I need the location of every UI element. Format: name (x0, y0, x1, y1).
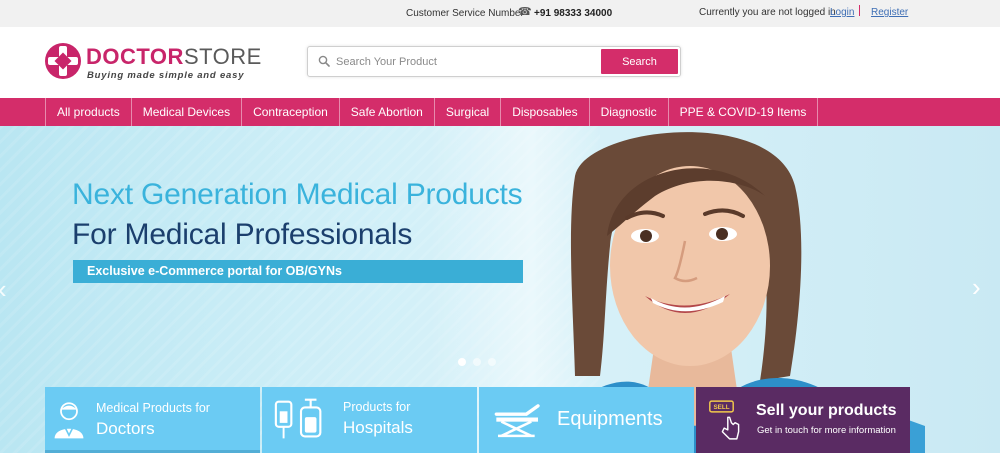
nav-item-disposables[interactable]: Disposables (501, 98, 590, 126)
tile-hospitals-subtitle: Products for (343, 400, 411, 414)
carousel-indicators (458, 358, 496, 366)
tile-hospitals[interactable]: Products for Hospitals (262, 387, 477, 453)
nav-item-medical-devices[interactable]: Medical Devices (132, 98, 243, 126)
carousel-dot-1[interactable] (458, 358, 466, 366)
category-tiles: Medical Products for Doctors Products fo… (45, 387, 910, 453)
tile-sell-title: Sell your products (756, 402, 897, 419)
carousel-dot-3[interactable] (488, 358, 496, 366)
logo-word-doctor: DOCTOR (86, 44, 184, 69)
carousel-prev-icon[interactable]: ‹ (0, 274, 7, 305)
hospital-bed-icon (494, 404, 540, 438)
nav-item-ppe-covid[interactable]: PPE & COVID-19 Items (669, 98, 819, 126)
phone-icon: ☎ (518, 6, 532, 18)
customer-service-label: Customer Service Number (406, 8, 524, 19)
hero-title-line2: For Medical Professionals (72, 218, 413, 251)
nav-item-safe-abortion[interactable]: Safe Abortion (340, 98, 435, 126)
tile-hospitals-title: Hospitals (343, 418, 413, 437)
hero-ribbon: Exclusive e-Commerce portal for OB/GYNs (73, 260, 523, 283)
register-link[interactable]: Register (871, 7, 908, 18)
hero-title-line1: Next Generation Medical Products (72, 178, 523, 211)
customer-service-phone: +91 98333 34000 (534, 8, 613, 19)
tile-doctors-subtitle: Medical Products for (96, 401, 210, 415)
nav-item-diagnostic[interactable]: Diagnostic (590, 98, 669, 126)
login-status-text: Currently you are not logged in (699, 7, 836, 18)
link-divider (859, 5, 860, 16)
iv-drip-icon (274, 398, 322, 439)
tile-doctors[interactable]: Medical Products for Doctors (45, 387, 260, 453)
logo-wordmark: DOCTORSTORE (86, 46, 262, 68)
top-bar: Customer Service Number ☎ +91 98333 3400… (0, 0, 1000, 27)
search-input[interactable] (336, 50, 601, 73)
sell-tag-icon: SELL (709, 400, 740, 440)
search-button[interactable]: Search (601, 49, 678, 74)
doctor-icon (54, 402, 84, 439)
tile-equipments-title: Equipments (557, 408, 663, 430)
tile-sell-products[interactable]: SELL Sell your products Get in touch for… (696, 387, 910, 453)
nav-item-contraception[interactable]: Contraception (242, 98, 340, 126)
logo-cross-icon (45, 43, 81, 79)
carousel-next-icon[interactable]: › (972, 272, 981, 303)
logo-word-store: STORE (183, 44, 262, 69)
tile-equipments[interactable]: Equipments (479, 387, 694, 453)
tile-sell-subtitle: Get in touch for more information (757, 425, 896, 436)
main-nav: All products Medical Devices Contracepti… (0, 98, 1000, 126)
tile-doctors-title: Doctors (96, 419, 155, 438)
logo-tagline: Buying made simple and easy (87, 70, 245, 81)
search-icon (318, 55, 330, 67)
site-header: DOCTORSTORE Buying made simple and easy … (0, 27, 1000, 98)
login-link[interactable]: Login (830, 7, 854, 18)
doctorstore-logo[interactable]: DOCTORSTORE Buying made simple and easy (45, 43, 265, 83)
nav-item-all-products[interactable]: All products (45, 98, 132, 126)
nav-item-surgical[interactable]: Surgical (435, 98, 502, 126)
carousel-dot-2[interactable] (473, 358, 481, 366)
svg-text:SELL: SELL (713, 404, 729, 411)
search-bar: Search (307, 46, 681, 77)
